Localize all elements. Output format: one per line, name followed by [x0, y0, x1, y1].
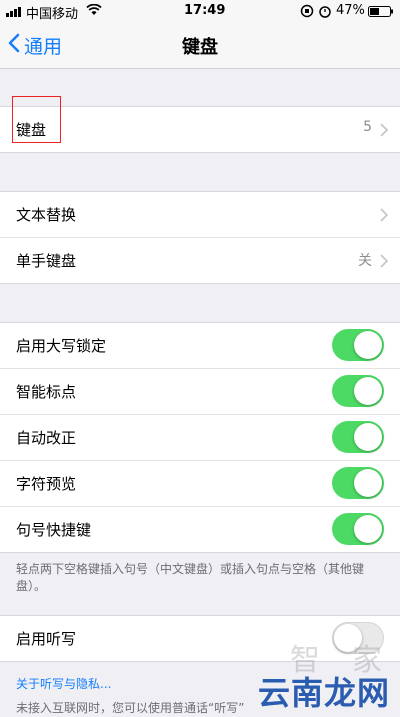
toggle-knob: [354, 469, 382, 497]
signal-icon: [6, 6, 22, 21]
character-preview-label: 字符预览: [16, 475, 77, 493]
toggle-knob: [354, 515, 382, 543]
period-shortcut-label: 句号快捷键: [16, 521, 92, 539]
caps-lock-label: 启用大写锁定: [16, 337, 107, 355]
text-replacement-row[interactable]: 文本替换: [0, 192, 400, 238]
alarm-icon: [318, 4, 332, 22]
one-handed-keyboard-row[interactable]: 单手键盘 关: [0, 238, 400, 283]
wifi-icon: [86, 3, 102, 20]
text-replacement-label: 文本替换: [16, 206, 77, 224]
highlight-box: [12, 96, 61, 143]
period-shortcut-row: 句号快捷键: [0, 507, 400, 552]
battery-percent: 47%: [336, 3, 365, 18]
character-preview-row: 字符预览: [0, 461, 400, 507]
carrier-label: 中国移动: [26, 7, 79, 22]
period-shortcut-footnote: 轻点两下空格键插入句号（中文键盘）或插入句点与空格（其他键盘）。: [16, 562, 365, 593]
smart-punctuation-row: 智能标点: [0, 369, 400, 415]
status-bar: 中国移动 17:49 47%: [0, 0, 400, 22]
lock-rotation-icon: [300, 4, 314, 22]
dictation-label: 启用听写: [16, 630, 77, 648]
caps-lock-row: 启用大写锁定: [0, 323, 400, 369]
period-shortcut-toggle[interactable]: [332, 513, 384, 545]
dictation-group: 启用听写: [0, 615, 400, 662]
navigation-bar: 通用 键盘: [0, 22, 400, 69]
text-options-group: 文本替换 单手键盘 关: [0, 191, 400, 284]
auto-correction-label: 自动改正: [16, 429, 77, 447]
time-label: 17:49: [184, 3, 226, 18]
auto-correction-row: 自动改正: [0, 415, 400, 461]
toggle-knob: [354, 423, 382, 451]
dictation-row: 启用听写: [0, 616, 400, 661]
one-handed-keyboard-value: 关: [358, 253, 372, 269]
chevron-right-icon: [380, 122, 389, 141]
smart-punctuation-toggle[interactable]: [332, 375, 384, 407]
caps-lock-toggle[interactable]: [332, 329, 384, 361]
dictation-privacy-link[interactable]: 关于听写与隐私...: [16, 675, 111, 692]
toggle-knob: [354, 377, 382, 405]
character-preview-toggle[interactable]: [332, 467, 384, 499]
toggle-knob: [354, 331, 382, 359]
auto-correction-toggle[interactable]: [332, 421, 384, 453]
keyboards-count: 5: [363, 119, 372, 135]
chevron-right-icon: [380, 207, 389, 226]
page-title: 键盘: [182, 37, 218, 58]
one-handed-keyboard-label: 单手键盘: [16, 252, 77, 270]
battery-icon: [368, 6, 394, 21]
smart-punctuation-label: 智能标点: [16, 383, 77, 401]
watermark-site-name: 云南龙网: [258, 674, 391, 712]
toggles-group: 启用大写锁定 智能标点 自动改正 字符预览 句号快捷键: [0, 322, 400, 553]
chevron-right-icon: [380, 253, 389, 272]
